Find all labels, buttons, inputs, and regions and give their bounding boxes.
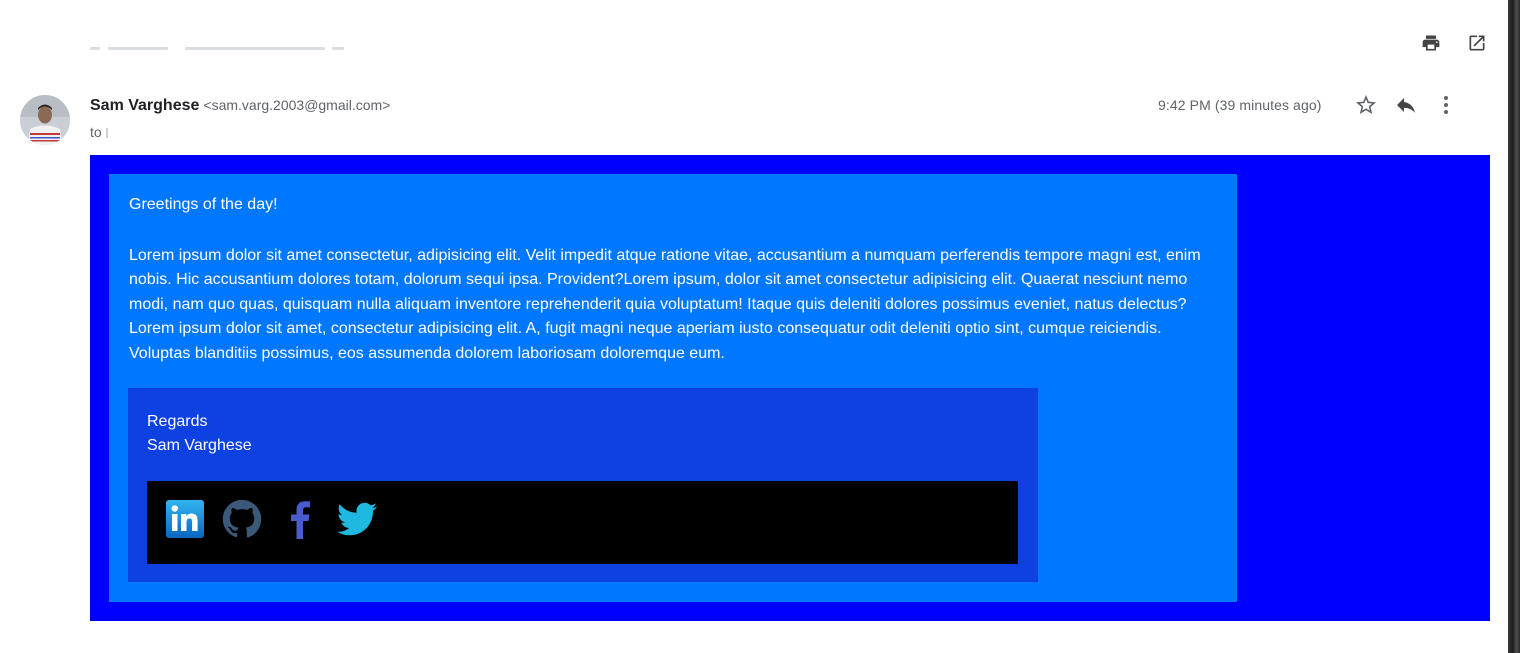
sender-email: <sam.varg.2003@gmail.com> — [203, 97, 391, 113]
reply-button[interactable] — [1393, 92, 1419, 118]
email-paragraph: Lorem ipsum dolor sit amet consectetur, … — [129, 247, 1201, 362]
star-button[interactable] — [1353, 92, 1379, 118]
greeting-text: Greetings of the day! — [129, 196, 278, 213]
social-links-bar — [147, 481, 1018, 564]
print-icon — [1422, 35, 1440, 51]
twitter-icon — [337, 502, 377, 536]
signature-block: Regards Sam Varghese — [128, 388, 1038, 582]
to-label: to — [90, 124, 102, 140]
regards-text: Regards — [147, 413, 208, 430]
open-in-new-window-icon — [1469, 35, 1485, 51]
subject-line-cropped — [90, 44, 360, 54]
more-vertical-icon — [1444, 96, 1449, 114]
reply-icon — [1397, 98, 1416, 113]
facebook-link[interactable] — [280, 499, 320, 539]
thread-toolbar — [1418, 30, 1490, 56]
twitter-link[interactable] — [337, 499, 377, 539]
email-content-card: Greetings of the day! Lorem ipsum dolor … — [109, 174, 1237, 602]
signature-name: Sam Varghese — [147, 437, 252, 454]
window-edge — [1508, 0, 1520, 653]
star-outline-icon — [1356, 95, 1377, 114]
linkedin-link[interactable] — [165, 499, 205, 539]
message-timestamp: 9:42 PM (39 minutes ago) — [1158, 97, 1322, 113]
sender-avatar[interactable] — [20, 95, 70, 145]
recipients-details-toggle[interactable] — [105, 128, 108, 138]
github-icon — [222, 499, 262, 538]
facebook-icon — [291, 501, 310, 539]
signature-text: Regards Sam Varghese — [147, 410, 252, 458]
avatar-photo — [20, 95, 70, 145]
message-meta: 9:42 PM (39 minutes ago) — [1158, 92, 1459, 118]
linkedin-icon — [166, 500, 204, 538]
github-link[interactable] — [222, 499, 262, 539]
sender-name[interactable]: Sam Varghese — [90, 97, 199, 114]
recipients-line[interactable]: to — [90, 124, 108, 140]
sender-line: Sam Varghese <sam.varg.2003@gmail.com> — [90, 97, 390, 115]
print-all-button[interactable] — [1418, 30, 1444, 56]
email-body: Greetings of the day! Lorem ipsum dolor … — [90, 155, 1490, 621]
more-options-button[interactable] — [1433, 92, 1459, 118]
open-in-new-window-button[interactable] — [1464, 30, 1490, 56]
